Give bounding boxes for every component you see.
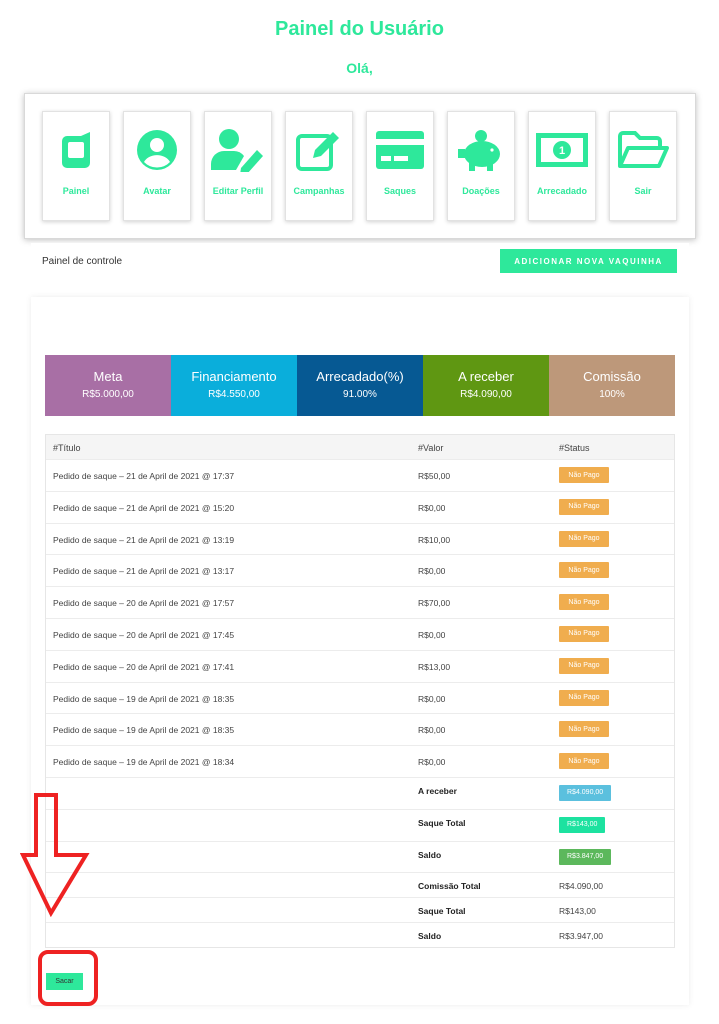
table-row: Pedido de saque – 21 de April de 2021 @ … — [46, 554, 674, 586]
summary-row: Saldo R$3.947,00 — [46, 922, 674, 947]
page-title: Painel do Usuário — [275, 18, 444, 40]
greeting: Olá, — [346, 60, 373, 76]
row-value: R$13,00 — [418, 661, 451, 672]
status-badge: Não Pago — [559, 594, 609, 611]
row-value: R$50,00 — [418, 471, 451, 481]
row-title: Pedido de saque – 19 de April de 2021 @ … — [53, 693, 235, 704]
menu-item-saques[interactable]: Saques — [366, 111, 434, 221]
row-value: R$0,00 — [418, 757, 446, 768]
table-header: #Título #Valor #Status — [46, 435, 674, 459]
row-title: Pedido de saque – 21 de April de 2021 @ … — [53, 566, 235, 577]
table-row: Pedido de saque – 20 de April de 2021 @ … — [46, 617, 674, 650]
stat-meta: Meta R$5.000,00 — [45, 355, 171, 416]
stat-arrecadado: Arrecadado(%) 91.00% — [297, 355, 423, 416]
row-value: R$70,00 — [418, 598, 451, 609]
row-title: Pedido de saque – 21 de April de 2021 @ … — [53, 534, 235, 545]
summary-row: Comissão Total R$4.090,00 — [46, 872, 674, 897]
annotation-highlight-box — [38, 950, 98, 1006]
row-title: Pedido de saque – 19 de April de 2021 @ … — [53, 725, 235, 736]
column-header: #Título — [53, 443, 81, 453]
status-badge: Não Pago — [559, 498, 609, 515]
menu-item-label: Avatar — [143, 186, 171, 196]
status-badge: Não Pago — [559, 721, 609, 738]
menu-item-arrecadado[interactable]: 1 Arrecadado — [528, 111, 596, 221]
menu-item-painel[interactable]: Painel — [42, 111, 110, 221]
menu-item-sair[interactable]: Sair — [609, 111, 677, 221]
menu-panel: Painel Avatar Editar Perfil Campanhas Sa… — [24, 93, 696, 239]
status-badge: Não Pago — [559, 657, 609, 674]
menu-item-label: Saques — [383, 186, 416, 196]
row-value: R$10,00 — [418, 534, 451, 545]
status-badge: Não Pago — [559, 530, 609, 547]
tablet-icon — [43, 126, 109, 174]
user-circle-icon — [124, 126, 190, 174]
row-value: R$0,00 — [418, 725, 446, 736]
row-value: R$0,00 — [418, 566, 446, 577]
table-row: Pedido de saque – 21 de April de 2021 @ … — [46, 490, 674, 523]
status-badge: Não Pago — [559, 625, 609, 642]
column-header: #Valor — [418, 443, 444, 453]
stat-comissao: Comissão 100% — [549, 355, 675, 416]
table-row: Pedido de saque – 19 de April de 2021 @ … — [46, 713, 674, 745]
menu-item-label: Painel — [62, 186, 90, 196]
status-badge: R$143,00 — [559, 816, 606, 833]
row-value: R$0,00 — [418, 693, 446, 704]
status-badge: R$4.090,00 — [559, 784, 612, 801]
row-title: Pedido de saque – 21 de April de 2021 @ … — [53, 471, 235, 481]
row-title: Pedido de saque – 21 de April de 2021 @ … — [53, 502, 235, 513]
row-value: R$0,00 — [418, 629, 446, 640]
row-title: Pedido de saque – 20 de April de 2021 @ … — [53, 661, 235, 672]
menu-item-label: Doações — [462, 186, 500, 196]
status-badge: Não Pago — [559, 467, 609, 483]
money-bill-icon: 1 — [529, 126, 595, 174]
stat-a-receber: A receber R$4.090,00 — [423, 355, 549, 416]
main-card: Meta R$5.000,00 Financiamento R$4.550,00… — [31, 297, 689, 1005]
summary-row: Saque Total R$143,00 — [46, 808, 674, 841]
control-bar: Painel de controle ADICIONAR NOVA VAQUIN… — [31, 243, 689, 279]
stats-bar: Meta R$5.000,00 Financiamento R$4.550,00… — [45, 355, 675, 416]
row-title: Pedido de saque – 20 de April de 2021 @ … — [53, 598, 235, 609]
row-title: Pedido de saque – 20 de April de 2021 @ … — [53, 629, 235, 640]
table-row: Pedido de saque – 20 de April de 2021 @ … — [46, 649, 674, 682]
svg-text:1: 1 — [559, 145, 565, 157]
user-edit-icon — [205, 126, 271, 174]
table-row: Pedido de saque – 20 de April de 2021 @ … — [46, 586, 674, 618]
menu-item-label: Arrecadado — [536, 186, 588, 196]
control-bar-title: Painel de controle — [42, 256, 123, 267]
menu-item-doacoes[interactable]: Doações — [447, 111, 515, 221]
piggy-bank-icon — [448, 126, 514, 174]
summary-row: A receber R$4.090,00 — [46, 776, 674, 809]
column-header: #Status — [559, 443, 590, 453]
menu-item-editar-perfil[interactable]: Editar Perfil — [204, 111, 272, 221]
menu-item-campanhas[interactable]: Campanhas — [285, 111, 353, 221]
credit-card-icon — [367, 126, 433, 174]
status-badge: Não Pago — [559, 562, 609, 579]
summary-row: Saque Total R$143,00 — [46, 897, 674, 922]
menu-item-avatar[interactable]: Avatar — [123, 111, 191, 221]
status-badge: Não Pago — [559, 689, 609, 706]
folder-open-icon — [610, 126, 676, 174]
edit-icon — [286, 126, 352, 174]
table-row: Pedido de saque – 21 de April de 2021 @ … — [46, 522, 674, 555]
annotation-arrow — [20, 793, 90, 917]
menu-item-label: Editar Perfil — [212, 186, 264, 196]
add-new-vaquinha-button[interactable]: ADICIONAR NOVA VAQUINHA — [500, 249, 677, 273]
table-row: Pedido de saque – 21 de April de 2021 @ … — [46, 459, 674, 491]
table-row: Pedido de saque – 19 de April de 2021 @ … — [46, 681, 674, 714]
table-row: Pedido de saque – 19 de April de 2021 @ … — [46, 745, 674, 777]
menu-item-label: Sair — [634, 186, 652, 196]
withdrawals-table: #Título #Valor #Status Pedido de saque –… — [45, 434, 675, 949]
stat-financiamento: Financiamento R$4.550,00 — [171, 355, 297, 416]
summary-row: Saldo R$3.847,00 — [46, 840, 674, 873]
status-badge: R$3.847,00 — [559, 848, 612, 865]
status-badge: Não Pago — [559, 753, 609, 770]
row-value: R$0,00 — [418, 502, 446, 513]
menu-item-label: Campanhas — [293, 186, 345, 196]
row-title: Pedido de saque – 19 de April de 2021 @ … — [53, 757, 235, 768]
